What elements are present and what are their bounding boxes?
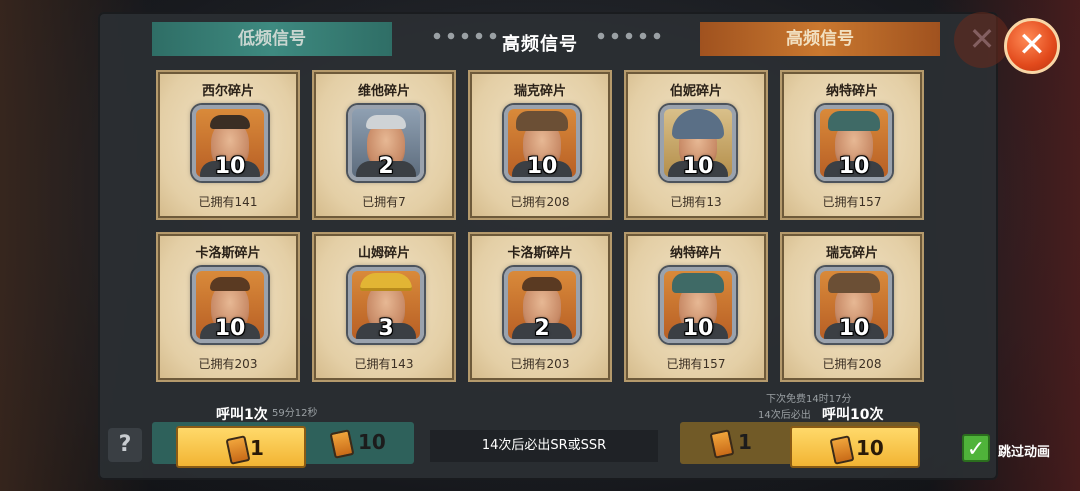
guarantee-text: 14次后必出SR或SSR [430, 430, 658, 462]
fragment-card[interactable]: 纳特碎片 10 已拥有157 [780, 70, 924, 220]
owned-count: 已拥有143 [354, 357, 414, 371]
fragment-name: 维他碎片 [357, 84, 410, 99]
fragment-name: 卡洛斯碎片 [195, 246, 261, 261]
fragment-count: 2 [534, 316, 550, 341]
background-qty: 1 [738, 430, 752, 454]
fragment-count: 10 [838, 316, 870, 341]
fragment-count: 10 [682, 316, 714, 341]
call-once-button[interactable]: 1 [176, 426, 306, 468]
fragment-card[interactable]: 瑞克碎片 10 已拥有208 [780, 232, 924, 382]
fragment-count: 10 [682, 154, 714, 179]
fragment-name: 卡洛斯碎片 [507, 246, 573, 261]
owned-count: 已拥有203 [198, 357, 258, 371]
character-portrait: 10 [192, 267, 268, 343]
portrait-hat [828, 273, 880, 293]
skip-animation-label: 跳过动画 [998, 445, 1051, 460]
character-portrait: 2 [504, 267, 580, 343]
fragment-count: 10 [214, 316, 246, 341]
fragment-name: 山姆碎片 [357, 246, 410, 261]
walkie-talkie-icon [329, 429, 355, 459]
dialog-title: 高频信号 [502, 34, 578, 55]
fragment-name: 纳特碎片 [825, 84, 878, 99]
call-ten-label: 呼叫10次 [822, 407, 884, 423]
character-portrait: 2 [348, 105, 424, 181]
owned-count: 已拥有208 [510, 195, 570, 209]
portrait-hat [516, 111, 568, 131]
walkie-talkie-icon [829, 435, 855, 465]
character-portrait: 10 [192, 105, 268, 181]
fragment-card[interactable]: 卡洛斯碎片 2 已拥有203 [468, 232, 612, 382]
close-button[interactable]: ✕ [1004, 18, 1060, 74]
character-portrait: 10 [816, 105, 892, 181]
fragment-count: 10 [214, 154, 246, 179]
owned-count: 已拥有13 [670, 195, 722, 209]
background-next-free: 下次免费14时17分 [766, 394, 852, 405]
fragment-name: 瑞克碎片 [825, 246, 878, 261]
tab-low-frequency[interactable]: 低频信号 [152, 22, 392, 56]
call-once-cost: 1 [250, 436, 264, 460]
fragment-card[interactable]: 维他碎片 2 已拥有7 [312, 70, 456, 220]
tab-high-frequency[interactable]: 高频信号 [700, 22, 940, 56]
fragment-card[interactable]: 卡洛斯碎片 10 已拥有203 [156, 232, 300, 382]
background-timer: 59分12秒 [272, 408, 318, 419]
skip-animation-checkbox[interactable]: ✓ [962, 434, 990, 462]
owned-count: 已拥有203 [510, 357, 570, 371]
fragment-name: 西尔碎片 [201, 84, 254, 99]
walkie-talkie-icon [709, 429, 735, 459]
character-portrait: 10 [660, 105, 736, 181]
portrait-hair [366, 115, 406, 129]
help-button[interactable]: ? [108, 428, 142, 462]
background-close-icon: ✕ [954, 12, 1010, 68]
fragment-card[interactable]: 纳特碎片 10 已拥有157 [624, 232, 768, 382]
fragment-grid: 西尔碎片 10 已拥有141 维他碎片 2 已拥有7 瑞克碎片 10 已拥有20… [156, 70, 926, 384]
owned-count: 已拥有208 [822, 357, 882, 371]
fragment-name: 纳特碎片 [669, 246, 722, 261]
fragment-name: 伯妮碎片 [669, 84, 722, 99]
fragment-name: 瑞克碎片 [513, 84, 566, 99]
fragment-count: 2 [378, 154, 394, 179]
portrait-hardhat [360, 273, 412, 291]
call-ten-cost: 10 [856, 436, 884, 460]
portrait-hair [210, 115, 250, 129]
character-portrait: 10 [504, 105, 580, 181]
owned-count: 已拥有7 [362, 195, 406, 209]
fragment-card[interactable]: 西尔碎片 10 已拥有141 [156, 70, 300, 220]
fragment-count: 3 [378, 316, 394, 341]
fragment-card[interactable]: 伯妮碎片 10 已拥有13 [624, 70, 768, 220]
character-portrait: 3 [348, 267, 424, 343]
fragment-card[interactable]: 瑞克碎片 10 已拥有208 [468, 70, 612, 220]
portrait-hair [210, 277, 250, 291]
portrait-hat [672, 273, 724, 293]
character-portrait: 10 [816, 267, 892, 343]
call-ten-button[interactable]: 10 [790, 426, 920, 468]
owned-count: 已拥有157 [666, 357, 726, 371]
portrait-helmet [672, 109, 724, 139]
background-teal-bar-qty: 10 [310, 422, 410, 464]
character-portrait: 10 [660, 267, 736, 343]
fragment-count: 10 [838, 154, 870, 179]
call-once-label: 呼叫1次 [216, 407, 268, 423]
owned-count: 已拥有141 [198, 195, 258, 209]
background-guarantee: 14次后必出 [758, 410, 811, 421]
fragment-count: 10 [526, 154, 558, 179]
portrait-hair [522, 277, 562, 291]
background-qty: 10 [358, 430, 386, 454]
fragment-card[interactable]: 山姆碎片 3 已拥有143 [312, 232, 456, 382]
portrait-hat [828, 111, 880, 131]
owned-count: 已拥有157 [822, 195, 882, 209]
walkie-talkie-icon [225, 435, 251, 465]
background-orange-bar-qty: 1 [690, 422, 780, 464]
